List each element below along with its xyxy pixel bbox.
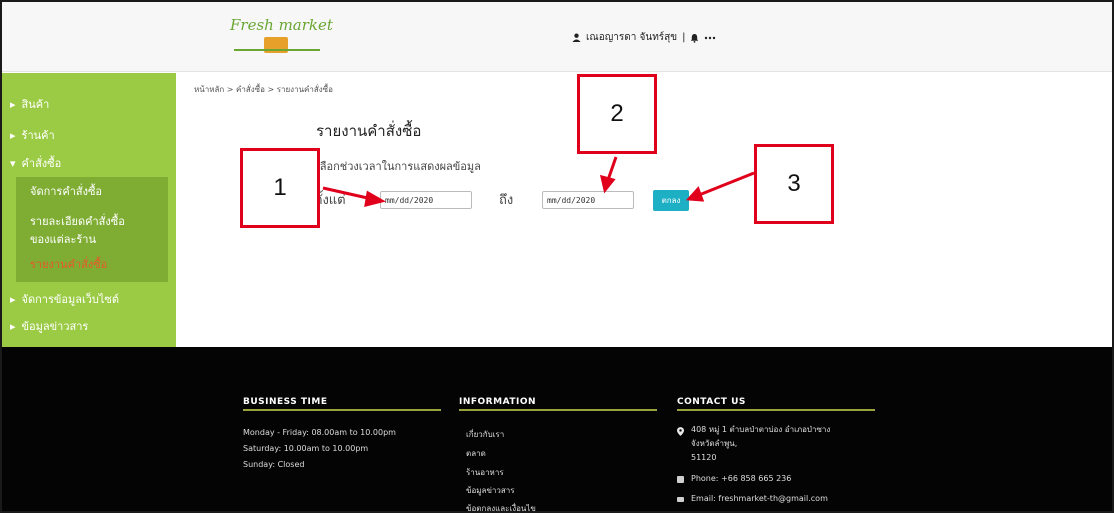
triangle-right-icon: ▸ — [10, 319, 16, 333]
sidebar-item-label: ร้านค้า — [21, 129, 55, 142]
user-name: เณอญารดา จันทร์สุข — [586, 32, 678, 43]
more-icon[interactable] — [704, 36, 716, 40]
date-range-label: เลือกช่วงเวลาในการแสดงผลข้อมูล — [316, 160, 481, 173]
callout-3: 3 — [754, 144, 834, 224]
logo-text: Fresh market — [230, 16, 333, 34]
to-label: ถึง — [499, 193, 514, 208]
arrow-2-head — [599, 174, 616, 194]
submit-button[interactable]: ตกลง — [653, 190, 689, 211]
breadcrumb[interactable]: หน้าหลัก > คำสั่งซื้อ > รายงานคำสั่งซื้อ — [194, 83, 333, 96]
footer — [2, 347, 1112, 511]
phone-icon — [677, 476, 684, 483]
contact-address-line3: 51120 — [691, 453, 717, 462]
sidebar-item-shops[interactable]: ▸ ร้านค้า — [2, 122, 176, 148]
footer-info-rule — [459, 409, 657, 411]
sidebar-item-label: ข้อมูลข่าวสาร — [21, 320, 89, 333]
business-hours-sunday: Sunday: Closed — [243, 460, 305, 469]
triangle-right-icon: ▸ — [10, 97, 16, 111]
from-date-input[interactable] — [380, 191, 472, 209]
submenu-order-report[interactable]: รายงานคำสั่งซื้อ — [30, 256, 107, 274]
footer-contact-heading: CONTACT US — [677, 397, 746, 407]
sidebar-item-label: คำสั่งซื้อ — [21, 157, 62, 170]
header: Fresh market เณอญารดา จันทร์สุข | — [2, 2, 1112, 72]
footer-link-news[interactable]: ข้อมูลข่าวสาร — [466, 483, 515, 499]
footer-link-terms[interactable]: ข้อตกลงและเงื่อนไข — [466, 501, 536, 511]
sidebar-item-news[interactable]: ▸ ข้อมูลข่าวสาร — [2, 313, 176, 339]
submenu-order-details-line2[interactable]: ของแต่ละร้าน — [30, 231, 96, 249]
sidebar-item-label: จัดการข้อมูลเว็บไซต์ — [21, 293, 120, 306]
email-icon — [677, 497, 684, 502]
footer-info-heading: INFORMATION — [459, 397, 537, 407]
footer-link-market[interactable]: ตลาด — [466, 446, 486, 462]
triangle-down-icon: ▾ — [10, 156, 16, 170]
sidebar-item-products[interactable]: ▸ สินค้า — [2, 91, 176, 117]
arrow-2 — [606, 156, 618, 181]
logo-underline — [234, 49, 320, 51]
footer-link-about[interactable]: เกี่ยวกับเรา — [466, 427, 504, 443]
user-menu[interactable]: เณอญารดา จันทร์สุข | — [572, 30, 716, 45]
triangle-right-icon: ▸ — [10, 128, 16, 142]
bell-icon[interactable] — [690, 33, 699, 43]
arrow-3-head — [685, 186, 705, 202]
logo[interactable]: Fresh market — [230, 14, 333, 60]
footer-link-restaurant[interactable]: ร้านอาหาร — [466, 465, 504, 481]
contact-email[interactable]: Email: freshmarket-th@gmail.com — [691, 491, 828, 507]
location-pin-icon — [677, 427, 684, 436]
callout-2: 2 — [577, 74, 657, 154]
callout-1: 1 — [240, 148, 320, 228]
submenu-order-details[interactable]: รายละเอียดคำสั่งซื้อ — [30, 213, 125, 231]
user-icon — [572, 33, 581, 42]
sidebar-item-label: สินค้า — [21, 98, 50, 111]
arrow-3 — [698, 171, 755, 197]
business-hours-saturday: Saturday: 10.00am to 10.00pm — [243, 444, 369, 453]
sidebar-item-website[interactable]: ▸ จัดการข้อมูลเว็บไซต์ — [2, 286, 176, 312]
sidebar-item-orders[interactable]: ▾ คำสั่งซื้อ — [2, 150, 176, 176]
business-hours-weekday: Monday - Friday: 08.00am to 10.00pm — [243, 428, 396, 437]
triangle-right-icon: ▸ — [10, 292, 16, 306]
screenshot-frame: Fresh market เณอญารดา จันทร์สุข | ▸ สินค้… — [0, 0, 1114, 513]
separator: | — [682, 32, 686, 43]
contact-phone: Phone: +66 858 665 236 — [691, 474, 792, 483]
footer-contact-rule — [677, 409, 875, 411]
submenu-manage-orders[interactable]: จัดการคำสั่งซื้อ — [30, 183, 102, 201]
to-date-input[interactable] — [542, 191, 634, 209]
footer-business-rule — [243, 409, 441, 411]
footer-business-heading: BUSINESS TIME — [243, 397, 328, 407]
page-title: รายงานคำสั่งซื้อ — [316, 122, 422, 140]
